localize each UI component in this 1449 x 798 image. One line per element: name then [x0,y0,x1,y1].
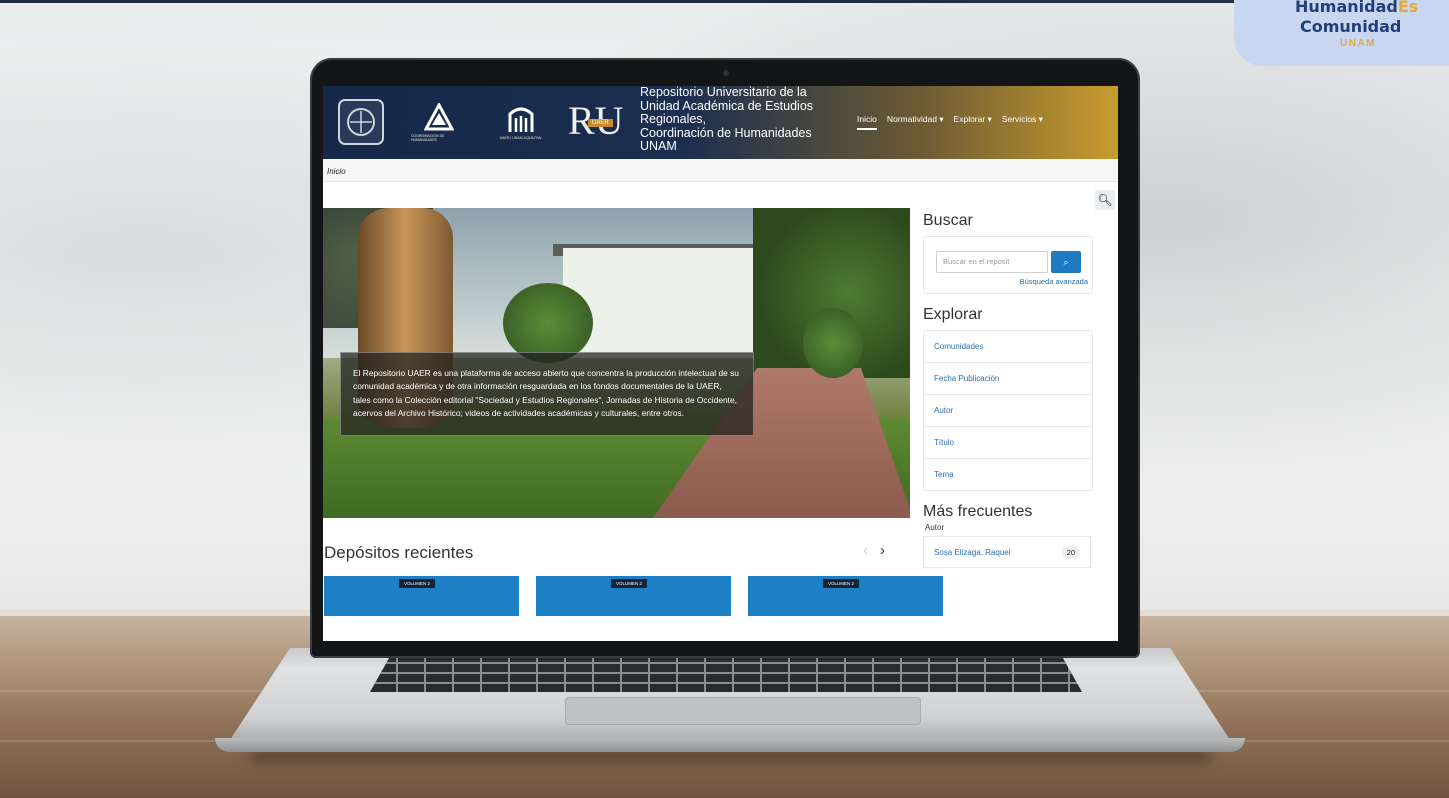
recent-deposits-title: Depósitos recientes [324,543,474,562]
explore-item-tema[interactable]: Tema [924,459,1092,490]
explore-item-titulo[interactable]: Título [924,427,1092,459]
search-icon: 🔍︎ [1097,193,1113,207]
search-title: Buscar [923,212,973,229]
site-title[interactable]: Repositorio Universitario de la Unidad A… [640,86,850,154]
search-icon: ⌕ [1063,256,1069,267]
top-frame-line [0,0,1300,3]
hero-bush [503,283,593,363]
carousel-controls: ‹ › [863,542,885,559]
unam-shield-icon[interactable] [331,96,391,148]
recent-cards: VOLUMEN 2 VOLUMEN 2 VOLUMEN 2 [324,576,943,616]
site-title-line: UNAM [640,139,677,154]
badge-line-2: Comunidad [1300,17,1402,36]
explore-title: Explorar [923,306,983,323]
frequent-item[interactable]: Sosa Elizaga, Raquel 20 [923,536,1091,568]
laptop-trackpad [565,697,921,725]
explore-list: Comunidades Fecha Publicación Autor Títu… [923,330,1093,491]
card-tag: VOLUMEN 2 [399,579,436,588]
chevron-left-icon[interactable]: ‹ [863,542,868,559]
search-panel: Buscar en el reposit ⌕ Búsqueda avanzada [923,236,1093,294]
frequent-label: Autor [925,523,945,532]
search-toggle-button[interactable]: 🔍︎ [1095,190,1115,210]
uaer-tag: UAER [588,119,613,127]
explore-item-autor[interactable]: Autor [924,395,1092,427]
logo-caption: COORDINACIÓN DE HUMANIDADES [411,133,445,142]
frequent-item-name: Sosa Elizaga, Raquel [934,548,1011,557]
nav-item-explorar[interactable]: Explorar ▾ [954,114,992,130]
logo-caption: UAER | UNAM JIQUILPAN [499,136,542,140]
hero-bush [803,308,863,378]
main-nav: Inicio Normatividad ▾ Explorar ▾ Servici… [857,114,1043,130]
nav-item-servicios[interactable]: Servicios ▾ [1002,114,1043,130]
explore-item-fecha[interactable]: Fecha Publicación [924,363,1092,395]
breadcrumb-bar [323,159,1118,182]
sidebar: Buscar Buscar en el reposit ⌕ Búsqueda a… [919,208,1099,568]
count-badge: 20 [1061,546,1080,559]
site-title-line: Coordinación de Humanidades [640,125,812,140]
site-title-line: Repositorio Universitario de la [640,86,807,99]
uaer-building-icon[interactable]: UAER | UNAM JIQUILPAN [493,96,548,148]
coordinacion-humanidades-icon[interactable]: COORDINACIÓN DE HUMANIDADES [411,96,466,148]
card-tag: VOLUMEN 2 [611,579,648,588]
webcam-icon [723,70,729,76]
recent-card[interactable]: VOLUMEN 2 [324,576,519,616]
card-tag: VOLUMEN 2 [823,579,860,588]
ru-uaer-logo[interactable]: RU UAER [563,96,633,148]
recent-card[interactable]: VOLUMEN 2 [748,576,943,616]
site-header: COORDINACIÓN DE HUMANIDADES UAER | UNAM … [323,86,1118,159]
chevron-right-icon[interactable]: › [880,542,885,559]
site-title-line: Regionales, [640,112,707,127]
hero-caption: El Repositorio UAER es una plataforma de… [340,352,754,436]
site-title-line: Unidad Académica de Estudios [640,98,814,113]
nav-item-normatividad[interactable]: Normatividad ▾ [887,114,944,130]
search-button[interactable]: ⌕ [1051,251,1081,273]
badge-line-3: UNAM [1340,38,1376,49]
breadcrumb[interactable]: Inicio [327,167,346,176]
search-input[interactable]: Buscar en el reposit [936,251,1048,273]
explore-item-comunidades[interactable]: Comunidades [924,331,1092,363]
nav-item-inicio[interactable]: Inicio [857,114,877,130]
laptop-base-front [215,738,1245,752]
laptop-screen: COORDINACIÓN DE HUMANIDADES UAER | UNAM … [323,86,1118,641]
badge-line-1: HumanidadEs [1295,0,1419,16]
frequent-title: Más frecuentes [923,503,1033,520]
recent-card[interactable]: VOLUMEN 2 [536,576,731,616]
hero-banner: El Repositorio UAER es una plataforma de… [323,208,910,518]
keyboard-rows [370,654,1082,692]
advanced-search-link[interactable]: Búsqueda avanzada [1020,277,1088,286]
